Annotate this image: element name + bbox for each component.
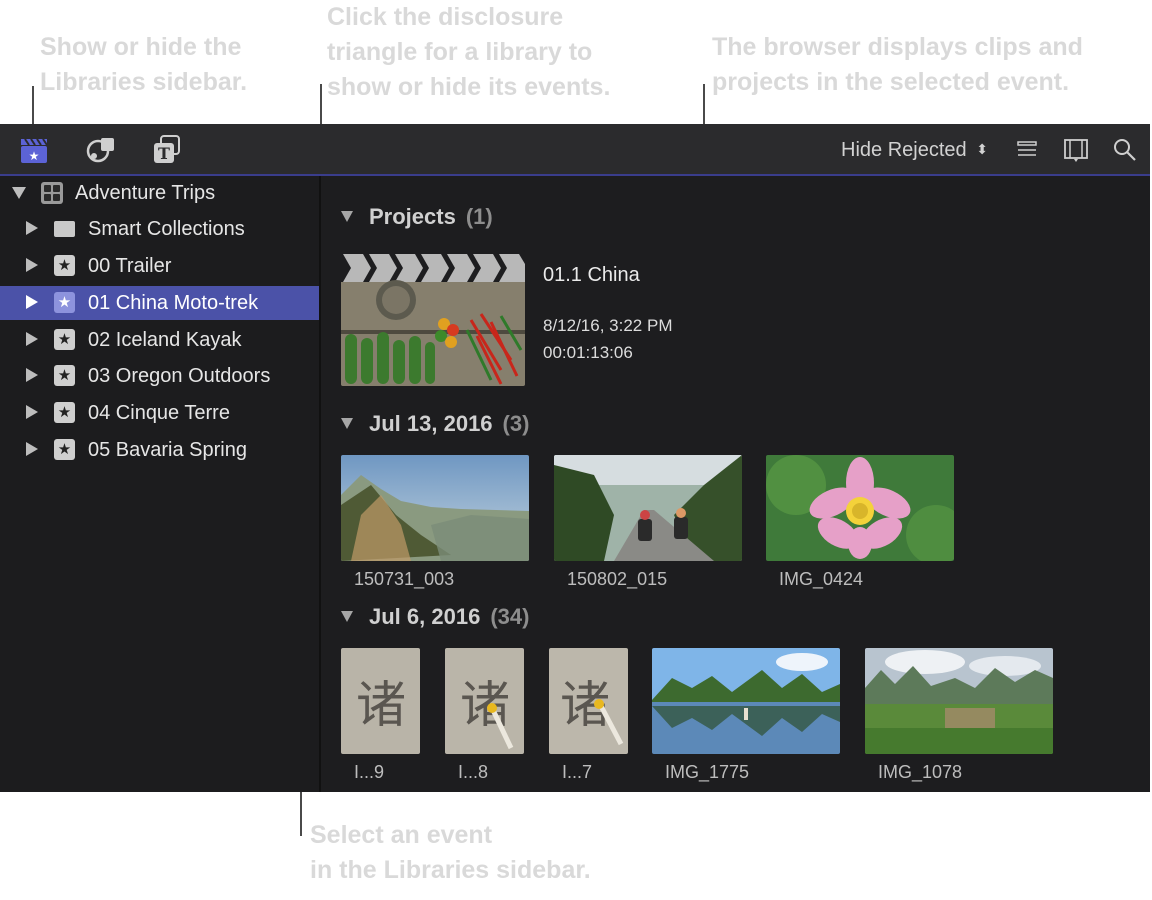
- disclosure-triangle-icon[interactable]: [26, 258, 38, 272]
- svg-text:T: T: [158, 144, 170, 163]
- clip-name: IMG_1078: [878, 762, 963, 782]
- disclosure-triangle-icon[interactable]: [26, 368, 38, 382]
- star-icon: ★: [54, 292, 75, 313]
- lotus-flower-image: [766, 455, 954, 561]
- section-count: (1): [465, 204, 493, 229]
- disclosure-triangle-open-icon[interactable]: [341, 418, 353, 429]
- search-icon[interactable]: [1112, 137, 1138, 163]
- star-icon: ★: [54, 365, 75, 386]
- project-date: 8/12/16, 3:22 PM: [543, 316, 673, 335]
- sidebar-item-label: 03 Oregon Outdoors: [88, 365, 271, 387]
- callout-sidebar-toggle: Show or hide the Libraries sidebar.: [40, 33, 248, 96]
- clip-name: I...9: [354, 762, 385, 782]
- project-thumbnail: [341, 250, 525, 386]
- filmstrip-view-icon[interactable]: [1063, 137, 1089, 163]
- disclosure-triangle-icon[interactable]: [26, 332, 38, 346]
- toolbar: ★ T Hide Rejected ⬍: [0, 124, 1150, 176]
- libraries-clapper-icon[interactable]: ★: [18, 134, 50, 166]
- disclosure-triangle-open-icon[interactable]: [12, 187, 26, 199]
- callout-select-event: Select an event in the Libraries sidebar…: [310, 821, 591, 884]
- folder-icon: [54, 221, 75, 237]
- star-icon: ★: [54, 439, 75, 460]
- clip-name: 150731_003: [354, 569, 455, 589]
- disclosure-triangle-icon[interactable]: [26, 405, 38, 419]
- callout-disclosure: Click the disclosure triangle for a libr…: [327, 3, 611, 101]
- sidebar-item-event[interactable]: ★ 00 Trailer: [0, 249, 319, 283]
- sidebar-item-event[interactable]: ★ 02 Iceland Kayak: [0, 323, 319, 357]
- titles-generators-icon[interactable]: T: [151, 134, 183, 166]
- sidebar-item-event-selected[interactable]: ★ 01 China Moto-trek: [0, 286, 319, 320]
- clip-name: 150802_015: [567, 569, 668, 589]
- disclosure-triangle-icon[interactable]: [26, 442, 38, 456]
- photos-audio-icon[interactable]: [85, 134, 117, 166]
- calligraphy-image: 诸: [341, 648, 420, 754]
- sidebar-item-label: 00 Trailer: [88, 255, 172, 277]
- disclosure-triangle-open-icon[interactable]: [341, 611, 353, 622]
- project-duration: 00:01:13:06: [543, 343, 633, 362]
- clip-name: IMG_1775: [665, 762, 750, 782]
- svg-text:★: ★: [29, 149, 40, 163]
- section-header-jul-13[interactable]: Jul 13, 2016 (3): [341, 411, 529, 437]
- sidebar-item-label: Smart Collections: [88, 218, 245, 240]
- sidebar-item-event[interactable]: ★ 05 Bavaria Spring: [0, 433, 319, 467]
- sidebar-item-label: 01 China Moto-trek: [88, 292, 259, 314]
- list-view-icon[interactable]: [1016, 138, 1040, 162]
- library-row[interactable]: Adventure Trips: [0, 176, 319, 210]
- sidebar-item-label: 04 Cinque Terre: [88, 402, 230, 424]
- section-count: (3): [502, 411, 530, 436]
- star-icon: ★: [54, 255, 75, 276]
- river-karst-image: [652, 648, 840, 754]
- libraries-sidebar: Adventure Trips Smart Collections ★ 00 T…: [0, 176, 321, 792]
- motorcycle-road-image: [554, 455, 742, 561]
- disclosure-triangle-open-icon[interactable]: [341, 211, 353, 222]
- sidebar-item-label: 02 Iceland Kayak: [88, 329, 242, 351]
- star-icon: ★: [54, 329, 75, 350]
- section-header-projects[interactable]: Projects (1): [341, 204, 493, 230]
- svg-text:诸: 诸: [356, 676, 406, 734]
- disclosure-triangle-icon[interactable]: [26, 221, 38, 235]
- disclosure-triangle-icon[interactable]: [26, 295, 38, 309]
- sidebar-item-smart-collections[interactable]: Smart Collections: [0, 212, 319, 246]
- section-header-jul-6[interactable]: Jul 6, 2016 (34): [341, 604, 529, 630]
- fcp-window: ★ T Hide Rejected ⬍ Adventure Trips Smar…: [0, 124, 1150, 792]
- calligraphy-image: 诸: [549, 648, 628, 754]
- clip-filter-label: Hide Rejected: [841, 139, 967, 161]
- project-name: 01.1 China: [543, 264, 640, 286]
- section-count: (34): [490, 604, 530, 629]
- library-icon: [41, 182, 63, 204]
- sidebar-item-label: 05 Bavaria Spring: [88, 439, 247, 461]
- section-title: Projects: [369, 204, 456, 229]
- browser: Projects (1) 01.1 China 8/12/16, 3:22 PM…: [321, 176, 1150, 792]
- mountain-landscape-image: [341, 455, 529, 561]
- library-name: Adventure Trips: [75, 182, 216, 204]
- clip-name: IMG_0424: [779, 569, 864, 589]
- section-title: Jul 13, 2016: [369, 411, 493, 436]
- sidebar-item-event[interactable]: ★ 04 Cinque Terre: [0, 396, 319, 430]
- section-title: Jul 6, 2016: [369, 604, 481, 629]
- clip-name: I...7: [562, 762, 593, 782]
- star-icon: ★: [54, 402, 75, 423]
- village-valley-image: [865, 648, 1053, 754]
- sidebar-item-event[interactable]: ★ 03 Oregon Outdoors: [0, 359, 319, 393]
- clip-name: I...8: [458, 762, 489, 782]
- clip-filter-menu[interactable]: Hide Rejected ⬍: [841, 139, 988, 162]
- updown-chevron-icon: ⬍: [976, 141, 988, 157]
- callout-browser: The browser displays clips and projects …: [712, 33, 1083, 96]
- calligraphy-image: 诸: [445, 648, 524, 754]
